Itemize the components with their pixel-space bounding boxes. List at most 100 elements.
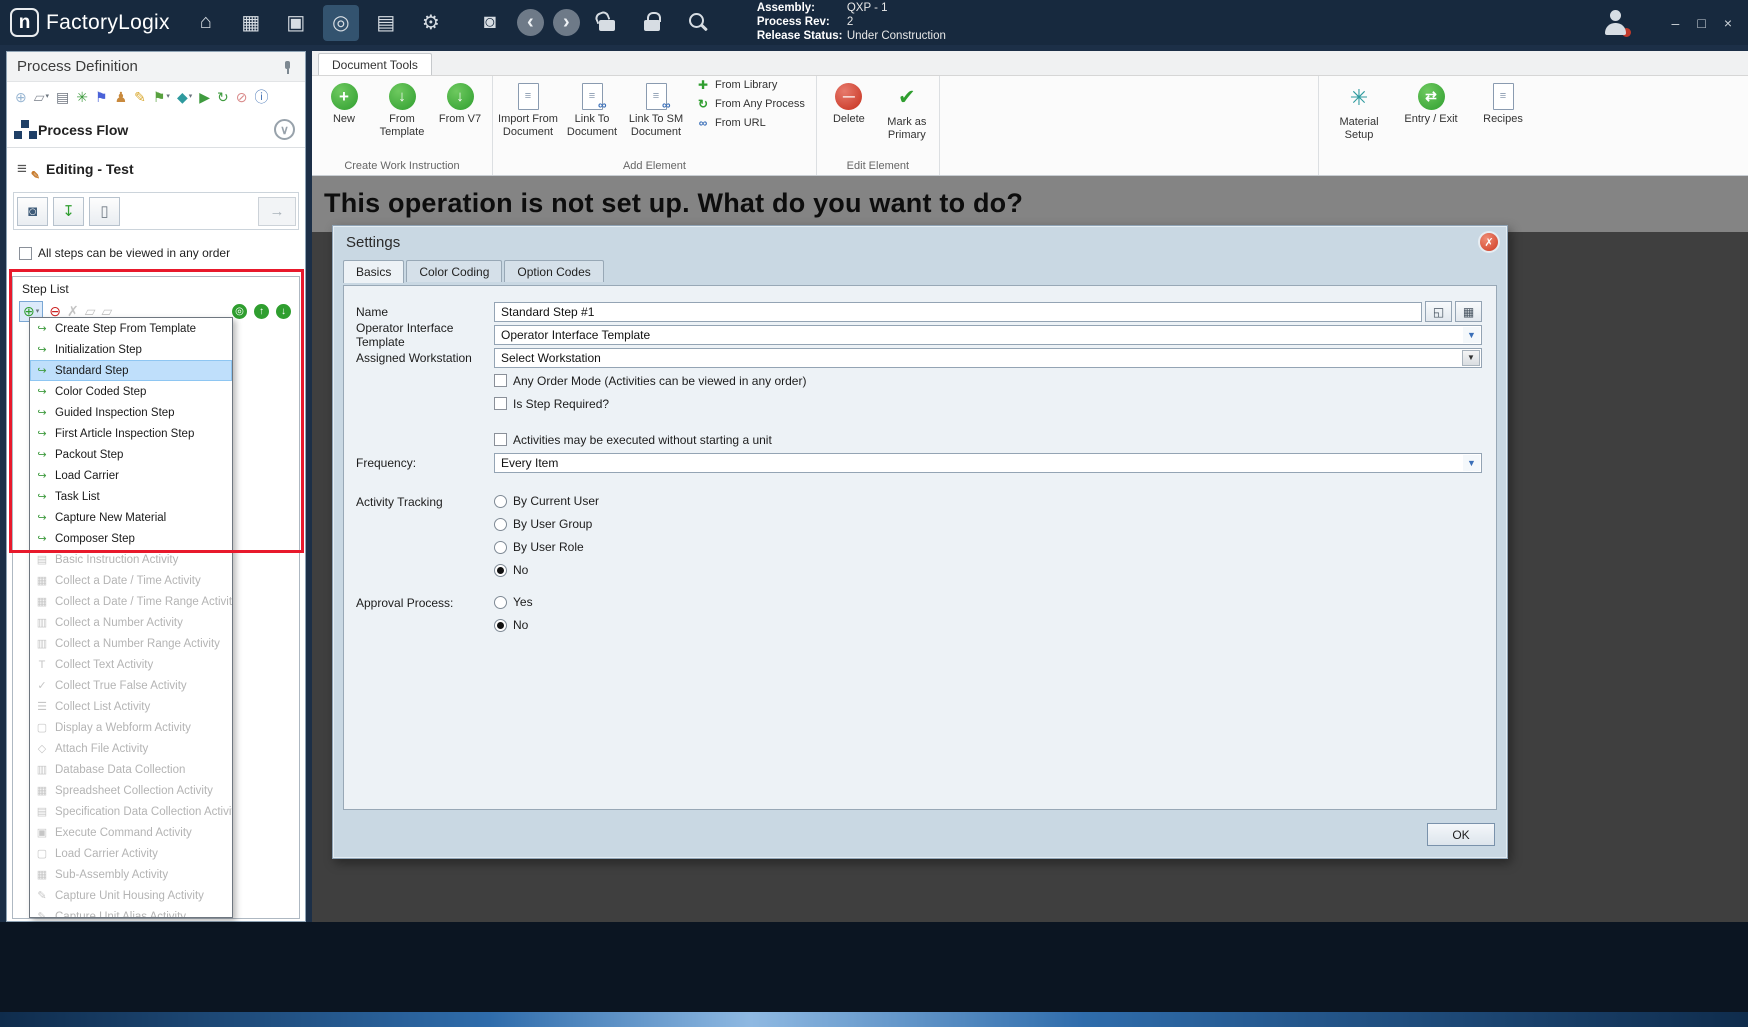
menu-item[interactable]: ↪ Create Step From Template [30,318,232,339]
menu-item[interactable]: ↪ Color Coded Step [30,381,232,402]
maximize-button[interactable]: □ [1697,15,1705,31]
info-icon[interactable]: ⓘ [254,90,268,104]
add-process-icon[interactable]: ⊕ [15,90,27,104]
process-flow-row[interactable]: Process Flow ∨ [7,112,305,148]
workstation-select[interactable]: Select Workstation ▼ [494,348,1482,368]
flag-icon[interactable]: ⚑▾ [153,90,170,104]
process-definition-icon[interactable]: ◎ [323,5,359,41]
dialog-tab[interactable]: Color Coding [406,260,502,282]
branch-icon[interactable]: ✳ [76,90,88,104]
recipes-button[interactable]: Recipes [1467,78,1539,128]
pin-icon[interactable] [279,59,295,75]
name-keyboard-button[interactable]: ▦ [1455,301,1482,322]
operator-icon[interactable]: ♟ [115,90,128,104]
group-label: Add Element [496,159,813,175]
from-v7-button[interactable]: From V7 [431,78,489,128]
ribbon-small-button-icon [696,78,710,92]
menu-item[interactable]: ↪ Capture New Material [30,507,232,528]
link-to-document-button[interactable]: Link To Document [560,78,624,140]
ok-button[interactable]: OK [1427,823,1495,846]
import-process-button[interactable]: ↧ [53,197,84,226]
audit-trail-icon[interactable] [679,5,715,41]
save-icon[interactable]: ◙ [472,5,508,41]
forward-icon[interactable]: › [553,9,580,36]
close-icon[interactable]: ✗ [1480,233,1498,251]
copy-process-icon[interactable]: ▱▾ [34,90,49,104]
menu-item[interactable]: ↪ Initialization Step [30,339,232,360]
material-setup-button[interactable]: Material Setup [1323,78,1395,143]
operator-interface-select[interactable]: Operator Interface Template ▼ [494,325,1482,345]
print-icon[interactable]: ▤ [56,90,69,104]
menu-item[interactable]: ↪ Composer Step [30,528,232,549]
chevron-down-icon[interactable]: ▼ [1462,350,1480,366]
from-template-button[interactable]: From Template [373,78,431,140]
menu-item[interactable]: ↪ Load Carrier [30,465,232,486]
entry-exit-button[interactable]: Entry / Exit [1395,78,1467,128]
radio-option[interactable]: No [494,563,599,577]
menu-item-icon: ▢ [35,847,49,860]
name-display-button[interactable]: ◱ [1425,301,1452,322]
radio-option[interactable]: By User Group [494,517,599,531]
tab-document-tools[interactable]: Document Tools [318,53,432,75]
ribbon-right-buttons: Material Setup Entry / Exit Recipes [1319,76,1543,175]
home-icon[interactable]: ⌂ [188,5,224,41]
find-step-button[interactable]: ◎ [232,304,247,319]
menu-item[interactable]: ↪ Task List [30,486,232,507]
menu-item-icon: ▦ [35,868,49,881]
menu-item[interactable]: ↪ First Article Inspection Step [30,423,232,444]
radio-option[interactable]: Yes [494,595,533,609]
link-to-sm-document-button[interactable]: Link To SM Document [624,78,688,140]
frequency-select[interactable]: Every Item ▼ [494,453,1482,473]
chevron-down-icon[interactable]: ▼ [1463,327,1480,343]
dialog-tab[interactable]: Basics [343,260,404,283]
dialog-tab[interactable]: Option Codes [504,260,603,282]
settings-icon[interactable]: ⚙ [413,5,449,41]
unlock-icon[interactable] [589,5,625,41]
lock-icon[interactable] [634,5,670,41]
without-unit-checkbox[interactable] [494,433,507,446]
run-icon[interactable]: ▶ [199,90,210,104]
mark-as-primary-button[interactable]: Mark as Primary [878,78,936,143]
from-url-button[interactable]: From URL [696,116,805,130]
chevron-down-icon[interactable]: ▼ [1463,455,1480,471]
minimize-button[interactable]: – [1672,15,1680,31]
delete-element-button[interactable]: Delete [820,78,878,128]
radio-option[interactable]: By Current User [494,494,599,508]
import-from-document-button[interactable]: Import From Document [496,78,560,140]
step-required-option[interactable]: Is Step Required? [494,397,1482,411]
worksheet-icon[interactable]: ▦ [233,5,269,41]
any-order-row[interactable]: All steps can be viewed in any order [19,246,230,260]
close-button[interactable]: × [1724,15,1732,31]
pin-step-icon[interactable]: ⚑ [95,90,108,104]
back-icon[interactable]: ‹ [517,9,544,36]
panel-header: Process Definition [7,52,305,82]
collapse-chevron-icon[interactable]: ∨ [274,119,295,140]
export-icon[interactable]: ◆▾ [177,90,192,104]
menu-item[interactable]: ↪ Guided Inspection Step [30,402,232,423]
menu-item[interactable]: ↪ Standard Step [30,360,232,381]
move-step-down-button[interactable]: ↓ [276,304,291,319]
save-process-button[interactable]: ◙ [17,197,48,226]
radio-option[interactable]: No [494,618,533,632]
assemblies-icon[interactable]: ▣ [278,5,314,41]
ribbon: New From Template From V7 Create Work In… [312,76,1748,176]
any-order-mode-checkbox[interactable] [494,374,507,387]
refresh-icon[interactable]: ↻ [217,90,229,104]
menu-item-icon: ▣ [35,826,49,839]
name-input[interactable] [494,302,1422,322]
new-button[interactable]: New [315,78,373,128]
delete-process-button[interactable]: ▯ [89,197,120,226]
cleanup-icon[interactable]: ✎ [134,90,146,104]
step-required-checkbox[interactable] [494,397,507,410]
any-order-mode-option[interactable]: Any Order Mode (Activities can be viewed… [494,374,1482,388]
block-icon[interactable]: ⊘ [236,90,248,104]
user-icon[interactable] [1598,7,1634,39]
menu-item[interactable]: ↪ Packout Step [30,444,232,465]
documents-icon[interactable]: ▤ [368,5,404,41]
without-unit-option[interactable]: Activities may be executed without start… [494,433,1482,447]
from-library-button[interactable]: From Library [696,78,805,92]
any-order-checkbox[interactable] [19,247,32,260]
from-any-process-button[interactable]: From Any Process [696,97,805,111]
move-step-up-button[interactable]: ↑ [254,304,269,319]
radio-option[interactable]: By User Role [494,540,599,554]
